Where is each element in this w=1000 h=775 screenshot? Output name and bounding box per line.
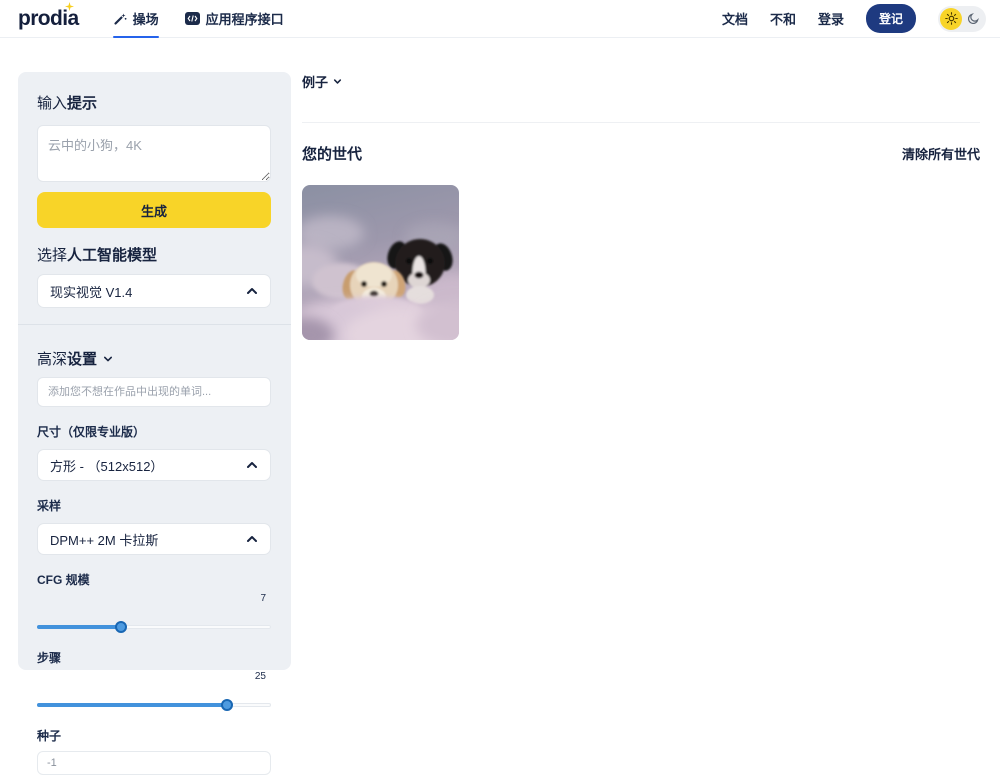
theme-toggle[interactable] — [938, 5, 986, 32]
wand-icon — [113, 13, 127, 25]
code-icon — [184, 12, 200, 25]
generations-header: 您的世代 清除所有世代 — [302, 143, 980, 164]
tab-playground[interactable]: 操场 — [112, 0, 159, 38]
adv-heading-normal: 高深 — [37, 351, 68, 368]
prompt-input[interactable] — [37, 125, 271, 182]
control-sidebar: 输入提示 生成 选择人工智能模型 现实视觉 V1.4 高深设置 尺寸（仅限专业版… — [18, 72, 291, 775]
steps-slider[interactable] — [37, 698, 271, 711]
register-button[interactable]: 登记 — [865, 4, 916, 33]
main-content: 例子 您的世代 清除所有世代 — [302, 72, 980, 340]
chevron-down-icon — [333, 79, 342, 84]
cfg-row: CFG 规模 — [37, 555, 272, 588]
slider-fill — [37, 621, 128, 633]
generate-button[interactable]: 生成 — [37, 192, 271, 228]
examples-label: 例子 — [302, 75, 329, 90]
slider-thumb[interactable] — [115, 621, 128, 633]
prompt-heading-normal: 输入 — [37, 95, 68, 112]
tab-api[interactable]: 应用程序接口 — [184, 0, 284, 38]
cfg-value-wrap: 7 — [37, 588, 272, 606]
adv-heading-bold: 设置 — [67, 351, 98, 368]
sampler-label: 采样 — [37, 499, 62, 513]
sun-icon[interactable] — [940, 7, 962, 30]
advanced-settings-toggle[interactable]: 高深设置 — [37, 348, 272, 369]
examples-toggle[interactable]: 例子 — [302, 72, 980, 91]
nav-link-login[interactable]: 登录 — [818, 9, 844, 28]
divider — [302, 122, 980, 123]
negative-prompt-input[interactable] — [37, 377, 271, 407]
prodia-logo[interactable]: prodia — [18, 1, 79, 31]
generations-heading: 您的世代 — [302, 146, 363, 163]
chevron-up-icon — [247, 536, 257, 542]
navbar-right: 文档 不和 登录 登记 — [722, 4, 986, 33]
steps-value-wrap: 25 — [37, 666, 272, 684]
adv-heading-text: 高深设置 — [37, 348, 97, 369]
steps-value: 25 — [254, 671, 266, 682]
seed-label: 种子 — [37, 729, 62, 743]
model-heading-normal: 选择 — [37, 247, 68, 264]
navbar: prodia 操场 应用程序接口 文档 不和 登录 登记 — [0, 0, 1000, 38]
tab-label: 操场 — [132, 12, 159, 27]
sampler-select-value: DPM++ 2M 卡拉斯 — [50, 532, 159, 548]
model-heading: 选择人工智能模型 — [37, 244, 272, 265]
nav-link-discord[interactable]: 不和 — [770, 9, 796, 28]
cfg-slider[interactable] — [37, 620, 271, 633]
puppies-in-clouds-image — [302, 185, 459, 340]
active-tab-underline — [112, 35, 159, 38]
nav-link-docs[interactable]: 文档 — [722, 9, 748, 28]
chevron-down-icon — [104, 356, 113, 361]
prompt-heading-bold: 提示 — [67, 95, 98, 112]
model-heading-bold: 人工智能模型 — [67, 247, 158, 264]
divider — [18, 324, 291, 325]
size-select[interactable]: 方形 - （512x512） — [37, 449, 271, 481]
chevron-up-icon — [247, 462, 257, 468]
cfg-label: CFG 规模 — [37, 573, 90, 587]
steps-label: 步骤 — [37, 651, 62, 665]
model-select-value: 现实视觉 V1.4 — [50, 284, 133, 300]
tab-label: 应用程序接口 — [205, 12, 284, 27]
generation-image[interactable] — [302, 185, 459, 340]
moon-icon[interactable] — [962, 8, 984, 30]
seed-input[interactable] — [37, 751, 271, 775]
sampler-select[interactable]: DPM++ 2M 卡拉斯 — [37, 523, 271, 555]
size-select-value: 方形 - （512x512） — [50, 458, 164, 474]
model-select[interactable]: 现实视觉 V1.4 — [37, 274, 271, 308]
slider-thumb[interactable] — [220, 699, 233, 711]
size-label: 尺寸（仅限专业版） — [37, 425, 146, 439]
clear-all-button[interactable]: 清除所有世代 — [902, 144, 980, 163]
slider-fill — [37, 699, 233, 711]
chevron-up-icon — [247, 288, 257, 294]
prompt-heading: 输入提示 — [37, 92, 272, 113]
cfg-value: 7 — [260, 593, 266, 604]
sparkle-icon — [64, 1, 74, 11]
